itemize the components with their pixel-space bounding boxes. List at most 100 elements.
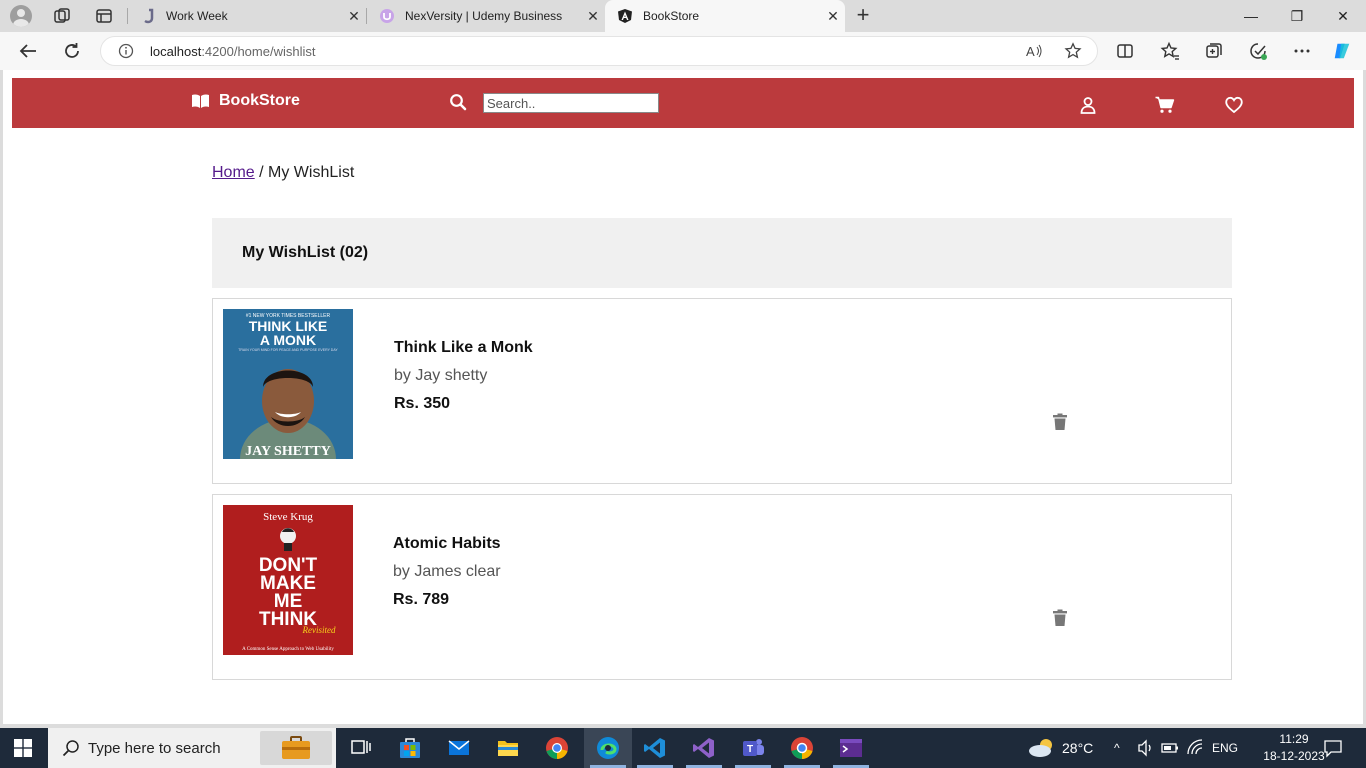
language-indicator[interactable]: ENG — [1212, 728, 1238, 768]
close-tab-icon[interactable]: ✕ — [342, 8, 366, 25]
microsoft-store-icon[interactable] — [398, 736, 422, 760]
new-tab-icon[interactable]: + — [852, 4, 874, 26]
breadcrumb-separator: / — [254, 164, 269, 181]
weather-temp: 28°C — [1062, 740, 1094, 756]
chrome-icon[interactable] — [545, 736, 569, 760]
brand-name: BookStore — [219, 92, 300, 109]
browser-toolbar: localhost:4200/home/wishlist A — [0, 32, 1366, 70]
wishlist-header: My WishList (02) — [212, 218, 1232, 288]
tab-title: Work Week — [166, 9, 228, 23]
search-input[interactable] — [483, 93, 659, 113]
cart-icon[interactable] — [1155, 96, 1175, 114]
app-header: BookStore — [12, 78, 1354, 128]
book-author: by James clear — [393, 563, 501, 580]
trash-icon[interactable] — [1052, 609, 1068, 627]
book-cover-image[interactable]: #1 NEW YORK TIMES BESTSELLER THINK LIKE … — [223, 309, 353, 459]
taskbar-search-placeholder: Type here to search — [88, 740, 221, 757]
book-title[interactable]: Think Like a Monk — [394, 339, 533, 357]
taskbar-clock[interactable]: 11:29 18-12-2023 — [1262, 731, 1326, 765]
wishlist-title: My WishList (02) — [242, 244, 369, 261]
clock-time: 11:29 — [1279, 732, 1309, 746]
collections-icon[interactable] — [1204, 41, 1224, 61]
task-view-icon[interactable] — [349, 736, 373, 760]
chrome-profile-icon[interactable] — [790, 736, 814, 760]
page-viewport: BookStore Home / My WishList My WishList… — [3, 70, 1363, 724]
svg-text:A: A — [1026, 44, 1035, 59]
clock-date: 18-12-2023 — [1263, 749, 1325, 763]
breadcrumb-home-link[interactable]: Home — [212, 164, 255, 181]
breadcrumb: Home / My WishList — [212, 164, 354, 182]
svg-text:Revisited: Revisited — [302, 625, 336, 635]
trash-icon[interactable] — [1052, 413, 1068, 431]
tab-title: BookStore — [643, 9, 700, 23]
book-title[interactable]: Atomic Habits — [393, 535, 501, 553]
browser-essentials-icon[interactable] — [1248, 41, 1268, 61]
split-screen-icon[interactable] — [1115, 41, 1135, 61]
speaker-icon[interactable] — [1136, 738, 1156, 758]
close-tab-icon[interactable]: ✕ — [581, 8, 605, 25]
more-options-icon[interactable] — [1292, 41, 1312, 61]
wifi-icon[interactable] — [1186, 738, 1206, 758]
tray-overflow-icon[interactable]: ^ — [1114, 728, 1120, 768]
browser-tab-strip: Work Week ✕ NexVersity | Udemy Business … — [0, 0, 1366, 32]
close-window-icon[interactable]: ✕ — [1320, 0, 1366, 32]
favorite-star-icon[interactable] — [1064, 42, 1082, 60]
tab-title: NexVersity | Udemy Business — [405, 9, 563, 23]
file-explorer-icon[interactable] — [496, 736, 520, 760]
brand-logo[interactable]: BookStore — [191, 92, 300, 110]
windows-start-icon[interactable] — [14, 739, 32, 757]
address-bar[interactable]: localhost:4200/home/wishlist A — [100, 36, 1098, 66]
wishlist-item: #1 NEW YORK TIMES BESTSELLER THINK LIKE … — [212, 298, 1232, 484]
vscode-icon[interactable] — [643, 736, 667, 760]
svg-text:T: T — [747, 744, 753, 755]
site-info-icon[interactable] — [118, 43, 134, 59]
breadcrumb-current: My WishList — [268, 164, 355, 181]
wishlist-item: Steve Krug DON'T MAKE ME THINK Revisited… — [212, 494, 1232, 680]
workspaces-icon[interactable] — [52, 6, 72, 26]
angular-icon — [618, 9, 632, 23]
tab-actions-icon[interactable] — [94, 6, 114, 26]
refresh-icon[interactable] — [61, 40, 83, 62]
taskbar-search-box[interactable]: Type here to search — [48, 728, 336, 768]
search-icon[interactable] — [449, 93, 467, 111]
url-text: localhost:4200/home/wishlist — [150, 44, 316, 59]
restore-icon[interactable]: ❐ — [1274, 0, 1320, 32]
briefcase-icon — [282, 736, 310, 759]
teams-icon[interactable]: T — [741, 736, 765, 760]
svg-text:A MONK: A MONK — [260, 332, 316, 348]
book-cover-image[interactable]: Steve Krug DON'T MAKE ME THINK Revisited… — [223, 505, 353, 655]
profile-avatar-icon[interactable] — [10, 5, 32, 27]
open-book-icon — [192, 94, 209, 108]
terminal-icon[interactable] — [839, 736, 863, 760]
heart-icon[interactable] — [1225, 96, 1243, 114]
copilot-icon[interactable] — [1332, 41, 1352, 61]
book-price: Rs. 789 — [393, 591, 450, 608]
minimize-icon[interactable]: — — [1228, 0, 1274, 32]
weather-widget[interactable]: 28°C — [1028, 728, 1093, 768]
favorites-icon[interactable] — [1160, 41, 1180, 61]
svg-text:Steve Krug: Steve Krug — [263, 511, 313, 523]
battery-icon[interactable] — [1160, 738, 1180, 758]
udemy-icon — [380, 9, 394, 23]
edge-icon[interactable] — [596, 736, 620, 760]
book-author: by Jay shetty — [394, 367, 488, 384]
search-icon — [62, 740, 79, 757]
close-tab-icon[interactable]: ✕ — [821, 8, 845, 25]
book-price: Rs. 350 — [394, 395, 451, 412]
tab-bookstore[interactable]: BookStore ✕ — [605, 0, 845, 32]
back-icon[interactable] — [17, 40, 39, 62]
tab-work-week[interactable]: Work Week ✕ — [128, 0, 366, 32]
svg-text:A Common Sense Approach to Web: A Common Sense Approach to Web Usability — [242, 647, 334, 652]
notifications-icon[interactable] — [1323, 738, 1343, 758]
svg-text:JAY SHETTY: JAY SHETTY — [245, 444, 331, 459]
user-icon[interactable] — [1079, 96, 1097, 114]
teams-j-icon — [144, 8, 154, 24]
svg-text:TRAIN YOUR MIND FOR PEACE AND: TRAIN YOUR MIND FOR PEACE AND PURPOSE EV… — [238, 348, 338, 352]
mail-icon[interactable] — [447, 736, 471, 760]
read-aloud-icon[interactable]: A — [1025, 42, 1043, 60]
search-highlight-tile[interactable] — [260, 731, 332, 765]
tab-udemy[interactable]: NexVersity | Udemy Business ✕ — [367, 0, 605, 32]
cloud-icon — [1029, 739, 1052, 757]
visual-studio-icon[interactable] — [692, 736, 716, 760]
taskbar: Type here to search T 28°C ^ ENG 11:29 1… — [0, 728, 1366, 768]
